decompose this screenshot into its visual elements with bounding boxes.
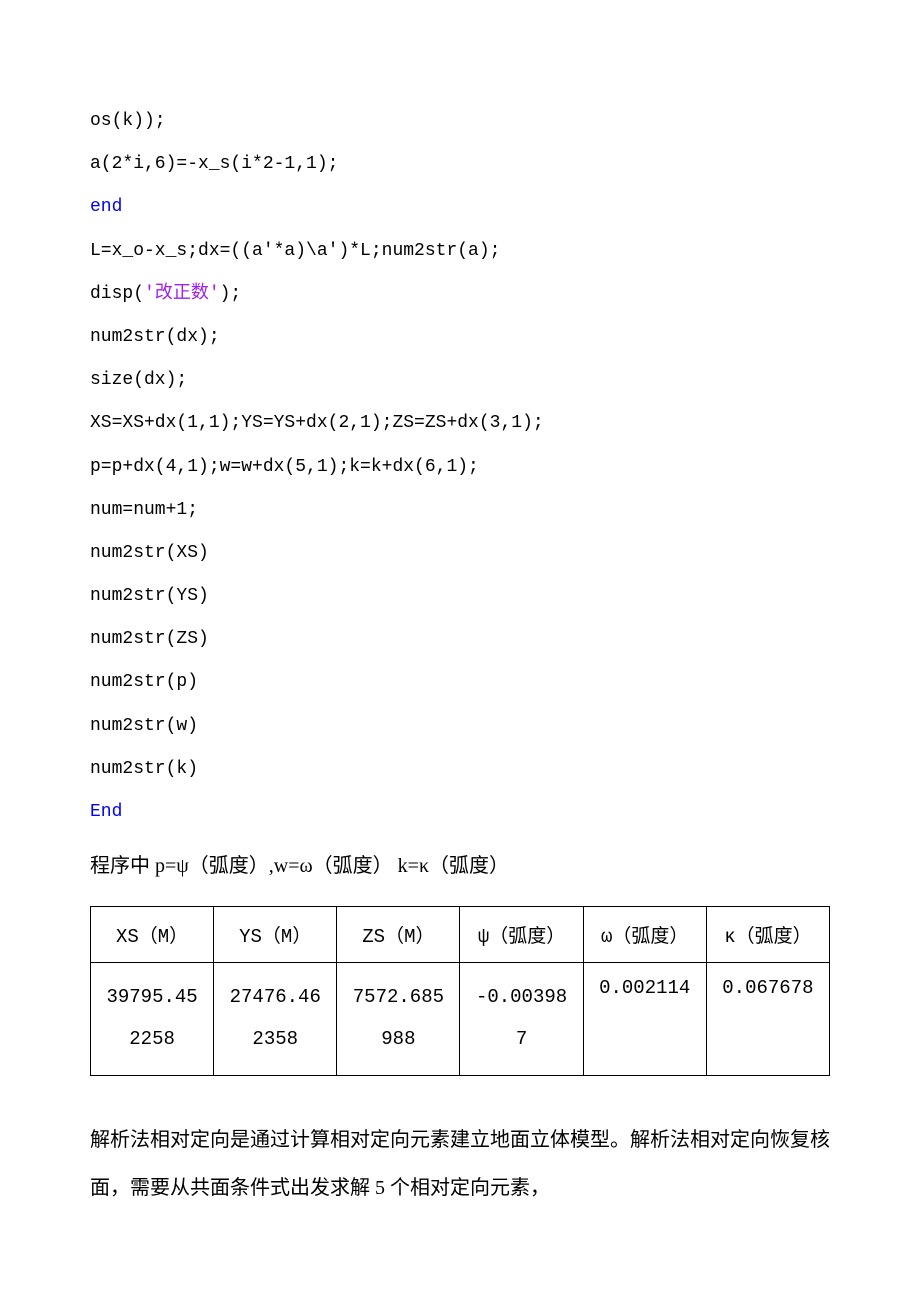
code-line: os(k)); <box>90 100 830 143</box>
code-keyword-end: end <box>90 186 830 229</box>
table-header-row: XS（M） YS（M） ZS（M） ψ（弧度） ω（弧度） κ（弧度） <box>91 907 830 963</box>
code-keyword-end: End <box>90 791 830 834</box>
code-line: num2str(w) <box>90 705 830 748</box>
code-line: size(dx); <box>90 359 830 402</box>
document-page: os(k)); a(2*i,6)=-x_s(i*2-1,1); end L=x_… <box>0 0 920 1272</box>
col-omega: ω（弧度） <box>583 907 706 963</box>
col-xs: XS（M） <box>91 907 214 963</box>
code-line: num2str(ZS) <box>90 618 830 661</box>
code-line: num2str(dx); <box>90 316 830 359</box>
code-line: num2str(XS) <box>90 532 830 575</box>
results-table: XS（M） YS（M） ZS（M） ψ（弧度） ω（弧度） κ（弧度） 3979… <box>90 906 830 1076</box>
code-line: p=p+dx(4,1);w=w+dx(5,1);k=k+dx(6,1); <box>90 446 830 489</box>
cell-psi: -0.00398 7 <box>460 963 583 1076</box>
code-line: num2str(k) <box>90 748 830 791</box>
body-paragraph: 解析法相对定向是通过计算相对定向元素建立地面立体模型。解析法相对定向恢复核面，需… <box>90 1116 830 1212</box>
code-line: XS=XS+dx(1,1);YS=YS+dx(2,1);ZS=ZS+dx(3,1… <box>90 402 830 445</box>
col-psi: ψ（弧度） <box>460 907 583 963</box>
code-block: os(k)); a(2*i,6)=-x_s(i*2-1,1); end L=x_… <box>90 100 830 834</box>
code-line: L=x_o-x_s;dx=((a'*a)\a')*L;num2str(a); <box>90 230 830 273</box>
code-line: disp('改正数'); <box>90 273 830 316</box>
code-line: num2str(p) <box>90 661 830 704</box>
code-string: '改正数' <box>144 284 220 304</box>
caption-text: 程序中 p=ψ（弧度）,w=ω（弧度） k=κ（弧度） <box>90 844 830 888</box>
col-kappa: κ（弧度） <box>706 907 829 963</box>
cell-zs: 7572.685 988 <box>337 963 460 1076</box>
cell-ys: 27476.46 2358 <box>214 963 337 1076</box>
cell-kappa: 0.067678 <box>706 963 829 1076</box>
code-line: a(2*i,6)=-x_s(i*2-1,1); <box>90 143 830 186</box>
cell-omega: 0.002114 <box>583 963 706 1076</box>
code-line: num=num+1; <box>90 489 830 532</box>
table-row: 39795.45 2258 27476.46 2358 7572.685 988… <box>91 963 830 1076</box>
code-text: ); <box>220 284 242 304</box>
cell-xs: 39795.45 2258 <box>91 963 214 1076</box>
code-line: num2str(YS) <box>90 575 830 618</box>
code-text: disp( <box>90 284 144 304</box>
col-ys: YS（M） <box>214 907 337 963</box>
col-zs: ZS（M） <box>337 907 460 963</box>
